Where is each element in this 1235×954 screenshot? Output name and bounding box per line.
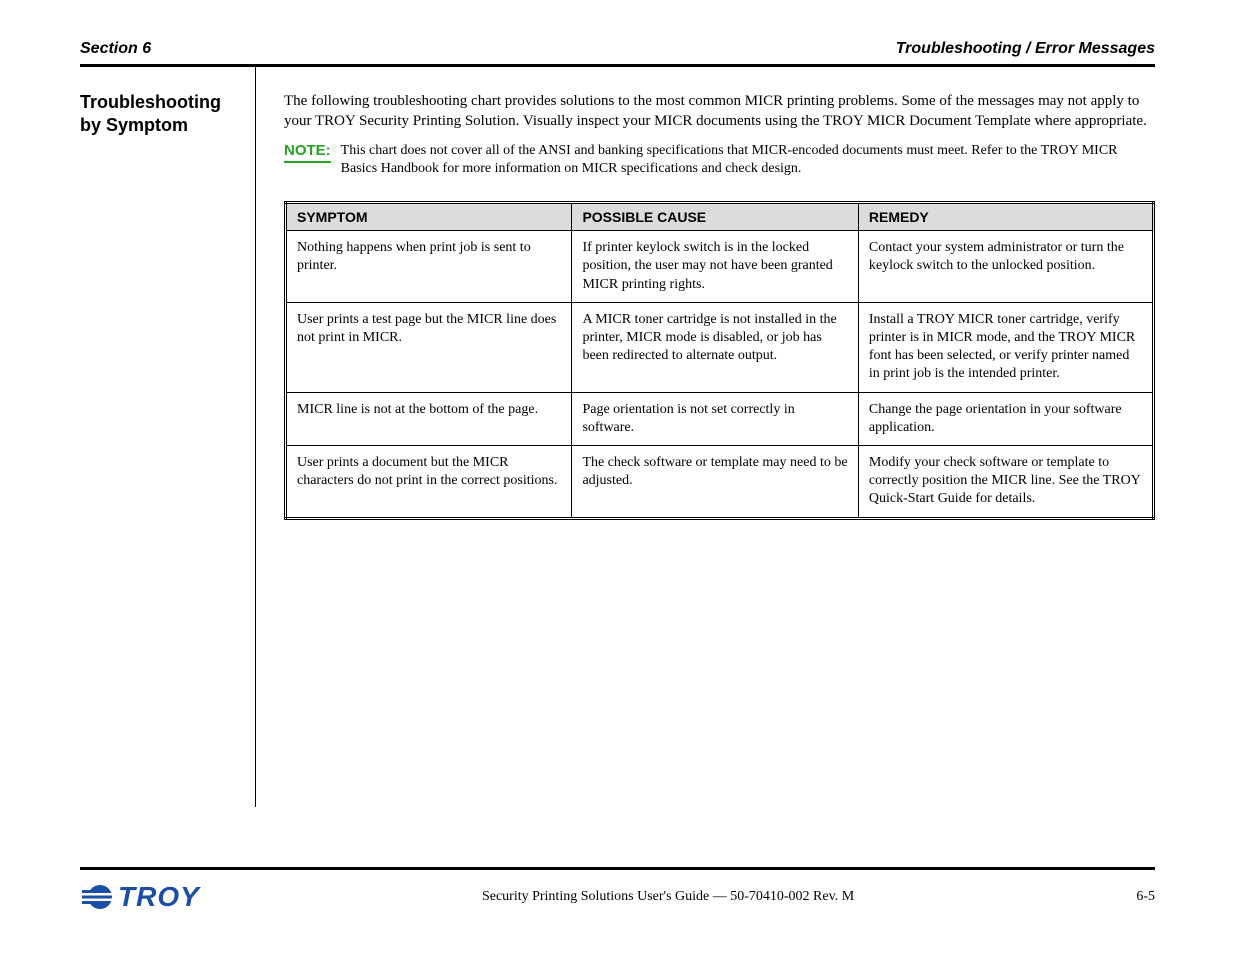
cell-symptom: MICR line is not at the bottom of the pa…: [286, 392, 572, 445]
col-header-cause: POSSIBLE CAUSE: [572, 203, 858, 231]
lead-paragraph: The following troubleshooting chart prov…: [284, 91, 1155, 132]
cell-symptom: Nothing happens when print job is sent t…: [286, 231, 572, 303]
logo-text: TROY: [118, 881, 200, 913]
note-block: NOTE: This chart does not cover all of t…: [284, 142, 1155, 180]
cell-cause: The check software or template may need …: [572, 445, 858, 518]
brand-logo: TROY: [80, 880, 200, 914]
cell-remedy: Change the page orientation in your soft…: [858, 392, 1153, 445]
table-row: MICR line is not at the bottom of the pa…: [286, 392, 1154, 445]
main-content: The following troubleshooting chart prov…: [256, 67, 1155, 807]
table-row: Nothing happens when print job is sent t…: [286, 231, 1154, 303]
cell-cause: A MICR toner cartridge is not installed …: [572, 302, 858, 392]
cell-remedy: Modify your check software or template t…: [858, 445, 1153, 518]
troubleshooting-table: SYMPTOM POSSIBLE CAUSE REMEDY Nothing ha…: [284, 201, 1155, 519]
sidebar-heading: Troubleshooting by Symptom: [80, 91, 245, 136]
cell-symptom: User prints a document but the MICR char…: [286, 445, 572, 518]
table-row: User prints a test page but the MICR lin…: [286, 302, 1154, 392]
page-footer: TROY Security Printing Solutions User's …: [80, 867, 1155, 914]
col-header-remedy: REMEDY: [858, 203, 1153, 231]
note-label: NOTE:: [284, 142, 331, 163]
cell-symptom: User prints a test page but the MICR lin…: [286, 302, 572, 392]
sidebar: Troubleshooting by Symptom: [80, 67, 256, 807]
cell-cause: If printer keylock switch is in the lock…: [572, 231, 858, 303]
cell-cause: Page orientation is not set correctly in…: [572, 392, 858, 445]
col-header-symptom: SYMPTOM: [286, 203, 572, 231]
footer-page-number: 6-5: [1136, 889, 1155, 905]
footer-center: Security Printing Solutions User's Guide…: [482, 889, 854, 905]
header-left: Section 6: [80, 40, 151, 58]
running-header: Section 6 Troubleshooting / Error Messag…: [80, 40, 1155, 58]
table-header-row: SYMPTOM POSSIBLE CAUSE REMEDY: [286, 203, 1154, 231]
note-text: This chart does not cover all of the ANS…: [341, 142, 1155, 180]
footer-rule: [80, 867, 1155, 870]
table-row: User prints a document but the MICR char…: [286, 445, 1154, 518]
header-right: Troubleshooting / Error Messages: [896, 40, 1155, 58]
globe-icon: [80, 880, 114, 914]
cell-remedy: Install a TROY MICR toner cartridge, ver…: [858, 302, 1153, 392]
cell-remedy: Contact your system administrator or tur…: [858, 231, 1153, 303]
